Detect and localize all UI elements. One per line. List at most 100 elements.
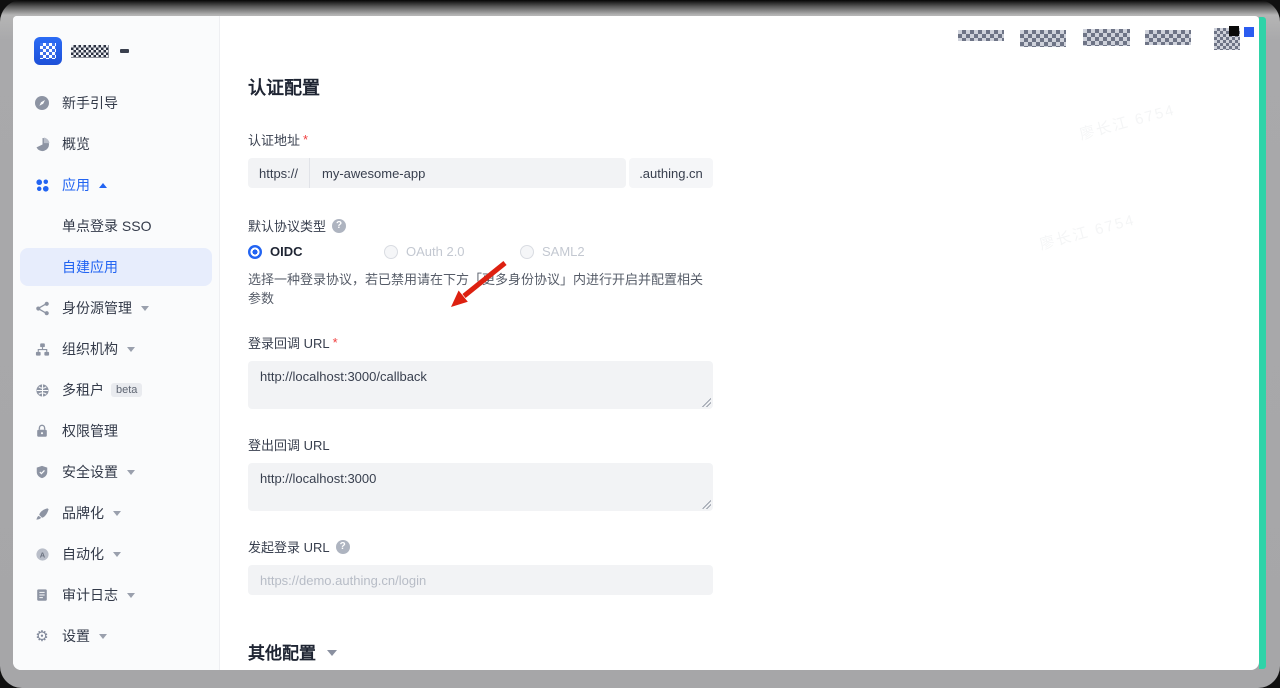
share-nodes-icon bbox=[34, 300, 50, 316]
sidebar-item-permissions[interactable]: 权限管理 bbox=[13, 412, 219, 450]
sidebar-item-automation[interactable]: A 自动化 bbox=[13, 535, 219, 573]
tenant-globe-icon bbox=[34, 382, 50, 398]
auth-url-label: 认证地址* bbox=[248, 130, 713, 149]
radio-disabled-icon bbox=[384, 245, 398, 259]
auth-url-prefix: https:// bbox=[248, 158, 310, 188]
sidebar-item-overview[interactable]: 概览 bbox=[13, 125, 219, 163]
other-config-section-title[interactable]: 其他配置 bbox=[248, 639, 713, 664]
sidebar-item-self-built-app[interactable]: 自建应用 bbox=[20, 248, 212, 286]
sidebar-item-label: 安全设置 bbox=[62, 462, 118, 482]
chevron-down-icon bbox=[127, 347, 135, 352]
redacted-header-item-2[interactable] bbox=[1020, 30, 1066, 47]
sidebar-item-label: 组织机构 bbox=[62, 339, 118, 359]
sidebar-item-multi-tenant[interactable]: 多租户 beta bbox=[13, 371, 219, 409]
sidebar-item-label: 单点登录 SSO bbox=[62, 216, 151, 236]
section-title-text: 其他配置 bbox=[248, 639, 316, 664]
chevron-down-icon bbox=[327, 650, 337, 656]
logo-glyph-redacted bbox=[40, 43, 56, 59]
audit-log-icon bbox=[34, 587, 50, 603]
radio-selected-icon bbox=[248, 245, 262, 259]
chevron-down-icon bbox=[99, 634, 107, 639]
teal-edge-strip bbox=[1259, 17, 1266, 669]
sidebar-item-label: 概览 bbox=[62, 134, 90, 154]
watermark-text: 廖长江 6754 bbox=[1037, 209, 1138, 255]
label-text: 默认协议类型 bbox=[248, 216, 326, 235]
sidebar-item-applications[interactable]: 应用 bbox=[13, 166, 219, 204]
radio-label: OAuth 2.0 bbox=[406, 244, 465, 259]
app-logo bbox=[34, 37, 62, 65]
sidebar-item-settings[interactable]: ⚙ 设置 bbox=[13, 617, 219, 655]
redacted-avatar-cell-black bbox=[1229, 26, 1239, 36]
redacted-header-item-4[interactable] bbox=[1145, 30, 1191, 45]
redacted-header-item-3[interactable] bbox=[1083, 29, 1130, 46]
sidebar-item-label: 自建应用 bbox=[62, 257, 118, 277]
auth-url-suffix: .authing.cn bbox=[629, 158, 713, 188]
org-tree-icon bbox=[34, 341, 50, 357]
watermark-text: 廖长江 6754 bbox=[1077, 99, 1178, 145]
tenant-name-redacted bbox=[71, 45, 109, 58]
sidebar-item-label: 自动化 bbox=[62, 544, 104, 564]
radio-label: OIDC bbox=[270, 244, 303, 259]
lock-icon bbox=[34, 423, 50, 439]
chevron-down-icon bbox=[127, 593, 135, 598]
logout-callback-wrap bbox=[248, 463, 713, 511]
label-text: 登出回调 URL bbox=[248, 435, 330, 454]
chevron-down-icon bbox=[120, 49, 129, 53]
auth-url-input-group: https:// my-awesome-app .authing.cn bbox=[248, 158, 713, 188]
sidebar-item-guide[interactable]: 新手引导 bbox=[13, 84, 219, 122]
sidebar-item-label: 身份源管理 bbox=[62, 298, 132, 318]
chevron-down-icon bbox=[141, 306, 149, 311]
workspace-switcher[interactable] bbox=[13, 36, 219, 66]
chevron-down-icon bbox=[113, 511, 121, 516]
sidebar-item-label: 品牌化 bbox=[62, 503, 104, 523]
sidebar-item-security[interactable]: 安全设置 bbox=[13, 453, 219, 491]
help-question-icon[interactable]: ? bbox=[332, 219, 346, 233]
sidebar-item-label: 审计日志 bbox=[62, 585, 118, 605]
radio-disabled-icon bbox=[520, 245, 534, 259]
apps-dots-icon bbox=[34, 177, 50, 193]
app-window: 新手引导 概览 应用 单点登录 SSO 自建应用 bbox=[13, 16, 1259, 670]
chevron-down-icon bbox=[127, 470, 135, 475]
notification-dot[interactable] bbox=[1244, 27, 1254, 37]
sidebar-item-organization[interactable]: 组织机构 bbox=[13, 330, 219, 368]
chevron-down-icon bbox=[113, 552, 121, 557]
help-question-icon[interactable]: ? bbox=[336, 540, 350, 554]
protocol-hint-text: 选择一种登录协议，若已禁用请在下方「更多身份协议」内进行开启并配置相关参数 bbox=[248, 269, 713, 307]
sidebar-item-branding[interactable]: 品牌化 bbox=[13, 494, 219, 532]
sidebar-item-label: 设置 bbox=[62, 626, 90, 646]
radio-oauth2[interactable]: OAuth 2.0 bbox=[384, 244, 520, 259]
login-callback-textarea[interactable] bbox=[248, 361, 713, 409]
login-callback-wrap bbox=[248, 361, 713, 409]
gear-icon: ⚙ bbox=[34, 628, 50, 644]
redacted-header-item-1[interactable] bbox=[958, 30, 1004, 41]
guide-compass-icon bbox=[34, 95, 50, 111]
automation-a-icon: A bbox=[34, 546, 50, 562]
shield-check-icon bbox=[34, 464, 50, 480]
sidebar-item-identity-sources[interactable]: 身份源管理 bbox=[13, 289, 219, 327]
logout-callback-textarea[interactable] bbox=[248, 463, 713, 511]
protocol-type-label: 默认协议类型 ? bbox=[248, 216, 713, 235]
resize-handle-icon[interactable] bbox=[702, 398, 711, 407]
initiate-login-label: 发起登录 URL ? bbox=[248, 537, 713, 556]
brush-icon bbox=[34, 505, 50, 521]
pie-chart-icon bbox=[34, 136, 50, 152]
protocol-radio-group: OIDC OAuth 2.0 SAML2 bbox=[248, 244, 713, 259]
label-text: 认证地址 bbox=[248, 130, 300, 149]
resize-handle-icon[interactable] bbox=[702, 500, 711, 509]
initiate-login-input[interactable] bbox=[248, 565, 713, 595]
sidebar-item-label: 应用 bbox=[62, 175, 90, 195]
auth-url-input[interactable]: my-awesome-app bbox=[310, 158, 626, 188]
label-text: 发起登录 URL bbox=[248, 537, 330, 556]
login-callback-label: 登录回调 URL* bbox=[248, 333, 713, 352]
beta-badge: beta bbox=[111, 383, 142, 397]
radio-oidc[interactable]: OIDC bbox=[248, 244, 384, 259]
page-title: 认证配置 bbox=[248, 74, 713, 100]
chevron-up-icon bbox=[99, 183, 107, 188]
sidebar-item-label: 新手引导 bbox=[62, 93, 118, 113]
sidebar-item-label: 多租户 bbox=[62, 380, 104, 400]
sidebar-item-audit-log[interactable]: 审计日志 bbox=[13, 576, 219, 614]
radio-saml2[interactable]: SAML2 bbox=[520, 244, 656, 259]
sidebar: 新手引导 概览 应用 单点登录 SSO 自建应用 bbox=[13, 16, 220, 670]
label-text: 登录回调 URL bbox=[248, 333, 330, 352]
sidebar-item-sso[interactable]: 单点登录 SSO bbox=[13, 207, 219, 245]
